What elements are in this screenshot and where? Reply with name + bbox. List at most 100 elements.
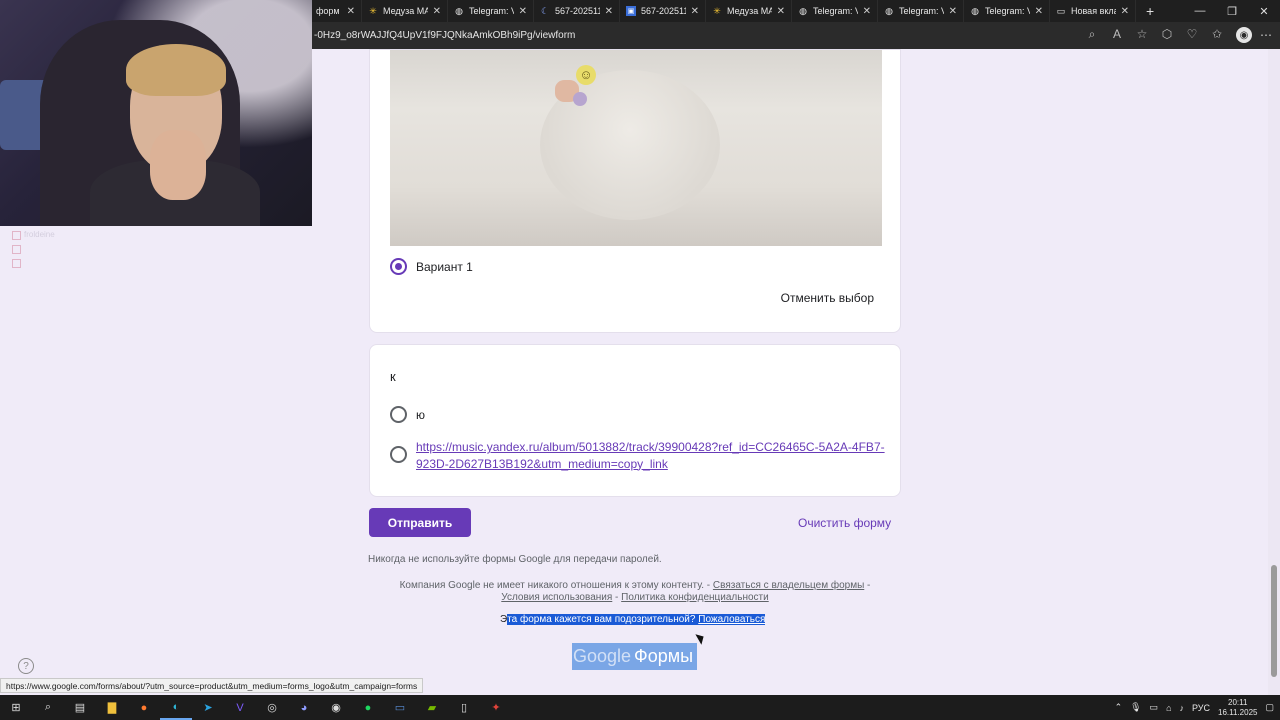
option-radio-selected[interactable] (390, 258, 407, 275)
footer-links: Условия использования - Политика конфиде… (501, 592, 769, 603)
status-bar-url: https://www.google.com/forms/about/?utm_… (0, 678, 424, 693)
password-warning: Никогда не используйте формы Google для … (368, 554, 662, 565)
windows-taskbar: ⊞ ⌕ ▤ ▇ ● ◐ ➤ V ◎ ◕ ◉ ● ▭ ▰ ▯ ✦ ⌃ 🎙 ▭ ⌂ … (0, 695, 1280, 720)
display-icon[interactable]: ▭ (384, 695, 416, 720)
chat-line (12, 256, 202, 270)
minimize-icon[interactable]: — (1184, 0, 1216, 22)
url-field[interactable]: -0Hz9_o8rWAJJfQ4UpV1f9FJQNkaAmkOBh9iPg/v… (314, 30, 575, 41)
question-title: к (390, 369, 396, 384)
language-indicator[interactable]: РУС (1192, 703, 1210, 713)
zoom-icon[interactable]: ⌕ (1086, 27, 1098, 43)
tab-bar: форм✕ ✳Медуза МАТ✕ ◍Telegram: Vi✕ ☾567-2… (312, 0, 1280, 22)
clock[interactable]: 20:11 16.11.2025 (1218, 698, 1257, 718)
start-icon[interactable]: ⊞ (0, 695, 32, 720)
clear-choice-button[interactable]: Отменить выбор (781, 291, 874, 305)
close-icon[interactable]: ✕ (1121, 6, 1129, 17)
browser-essentials-icon[interactable]: ♡ (1186, 27, 1198, 43)
image-icon: ▣ (626, 6, 636, 16)
network-icon[interactable]: ⌂ (1166, 703, 1171, 713)
address-bar: -0Hz9_o8rWAJJfQ4UpV1f9FJQNkaAmkOBh9iPg/v… (312, 22, 1280, 49)
steam-icon[interactable]: ◎ (256, 695, 288, 720)
contact-owner-link[interactable]: Связаться с владельцем формы (713, 580, 864, 591)
window-close-icon[interactable]: ✕ (1248, 0, 1280, 22)
close-icon[interactable]: ✕ (1035, 6, 1043, 17)
submit-button[interactable]: Отправить (369, 508, 471, 537)
tab-1[interactable]: ✳Медуза МАТ✕ (362, 0, 448, 22)
menu-icon[interactable]: ⋯ (1260, 28, 1272, 42)
report-line: Эта форма кажется вам подозрительной? По… (500, 614, 766, 625)
option-radio-2[interactable] (390, 446, 407, 463)
option-radio-1[interactable] (390, 406, 407, 423)
close-icon[interactable]: ✕ (777, 6, 785, 17)
scrollbar-thumb[interactable] (1271, 565, 1277, 677)
tray-expand-icon[interactable]: ⌃ (1115, 702, 1123, 713)
tab-0[interactable]: форм ✕ (312, 0, 362, 22)
report-link[interactable]: Пожаловаться (698, 614, 765, 625)
close-icon[interactable]: ✕ (433, 6, 441, 17)
globe-icon: ◍ (799, 5, 807, 16)
profile-avatar-icon[interactable]: ◉ (1236, 27, 1252, 43)
tab-6[interactable]: ◍Telegram: Vi✕ (792, 0, 878, 22)
disclaimer-text: Компания Google не имеет никакого отноше… (399, 580, 711, 591)
close-icon[interactable]: ✕ (691, 6, 699, 17)
report-question: та форма кажется вам подозрительной? (507, 614, 696, 625)
window-controls: — ❐ ✕ (1184, 0, 1280, 22)
tab-7[interactable]: ◍Telegram: Vi✕ (878, 0, 964, 22)
chat-badge-icon (12, 258, 21, 268)
option-label-selected: Вариант 1 (416, 260, 473, 274)
file-explorer-icon[interactable]: ▇ (96, 695, 128, 720)
privacy-link[interactable]: Политика конфиденциальности (621, 592, 769, 603)
app-red-icon[interactable]: ✦ (480, 695, 512, 720)
obs-icon[interactable]: ◉ (320, 695, 352, 720)
volume-icon[interactable]: ♪ (1180, 703, 1185, 713)
system-tray: ⌃ 🎙 ▭ ⌂ ♪ РУС 20:11 16.11.2025 ▢ (1115, 695, 1280, 720)
google-forms-logo[interactable]: Google Формы (572, 643, 697, 670)
close-icon[interactable]: ✕ (519, 6, 527, 17)
favorite-star-icon[interactable]: ☆ (1136, 27, 1148, 43)
terms-link[interactable]: Условия использования (501, 592, 612, 603)
tab-8[interactable]: ◍Telegram: Vi✕ (964, 0, 1050, 22)
new-tab-icon[interactable]: + (1146, 3, 1154, 19)
search-icon[interactable]: ⌕ (32, 695, 64, 720)
close-icon[interactable]: ✕ (863, 6, 871, 17)
meduza-icon: ✳ (369, 5, 377, 16)
globe-icon: ◍ (885, 5, 893, 16)
discord-icon[interactable]: ◕ (288, 695, 320, 720)
chat-line: froldeine (12, 228, 202, 242)
microphone-icon[interactable]: 🎙 (1130, 702, 1141, 713)
close-icon[interactable]: ✕ (949, 6, 957, 17)
spotify-icon[interactable]: ● (352, 695, 384, 720)
restore-icon[interactable]: ❐ (1216, 0, 1248, 22)
tab-9[interactable]: ▭Новая вклад✕ (1050, 0, 1136, 22)
edge-icon[interactable]: ◐ (160, 695, 192, 720)
tab-4[interactable]: ▣567-202511(✕ (620, 0, 706, 22)
tab-2[interactable]: ◍Telegram: Vi✕ (448, 0, 534, 22)
firefox-icon[interactable]: ● (128, 695, 160, 720)
close-icon[interactable]: ✕ (605, 6, 613, 17)
task-view-icon[interactable]: ▤ (64, 695, 96, 720)
app-v-icon[interactable]: V (224, 695, 256, 720)
extensions-icon[interactable]: ⬡ (1161, 27, 1173, 43)
page-scrollbar[interactable] (1268, 49, 1280, 695)
telegram-icon[interactable]: ➤ (192, 695, 224, 720)
logo-forms-text: Формы (634, 646, 694, 666)
question-image: ☺ (390, 50, 882, 246)
tab-5[interactable]: ✳Медуза МАТ✕ (706, 0, 792, 22)
clear-form-button[interactable]: Очистить форму (798, 516, 891, 530)
webcam-overlay (0, 0, 312, 226)
moon-icon: ☾ (540, 5, 550, 16)
address-bar-icons: ⌕ A ☆ ⬡ ♡ ✩ ◉ (1086, 27, 1252, 43)
notepad-icon[interactable]: ▯ (448, 695, 480, 720)
question-card-image: ☺ Вариант 1 Отменить выбор (369, 49, 901, 333)
read-aloud-icon[interactable]: A (1111, 27, 1123, 43)
option-link-2[interactable]: https://music.yandex.ru/album/5013882/tr… (416, 439, 886, 472)
battery-icon[interactable]: ▭ (1150, 702, 1159, 713)
favorites-icon[interactable]: ✩ (1211, 27, 1223, 43)
close-icon[interactable]: ✕ (347, 6, 355, 17)
tab-3[interactable]: ☾567-202511(✕ (534, 0, 620, 22)
chat-line (12, 242, 202, 256)
help-icon[interactable]: ? (18, 658, 34, 674)
clock-date: 16.11.2025 (1218, 707, 1258, 717)
nvidia-icon[interactable]: ▰ (416, 695, 448, 720)
notifications-icon[interactable]: ▢ (1265, 702, 1274, 713)
